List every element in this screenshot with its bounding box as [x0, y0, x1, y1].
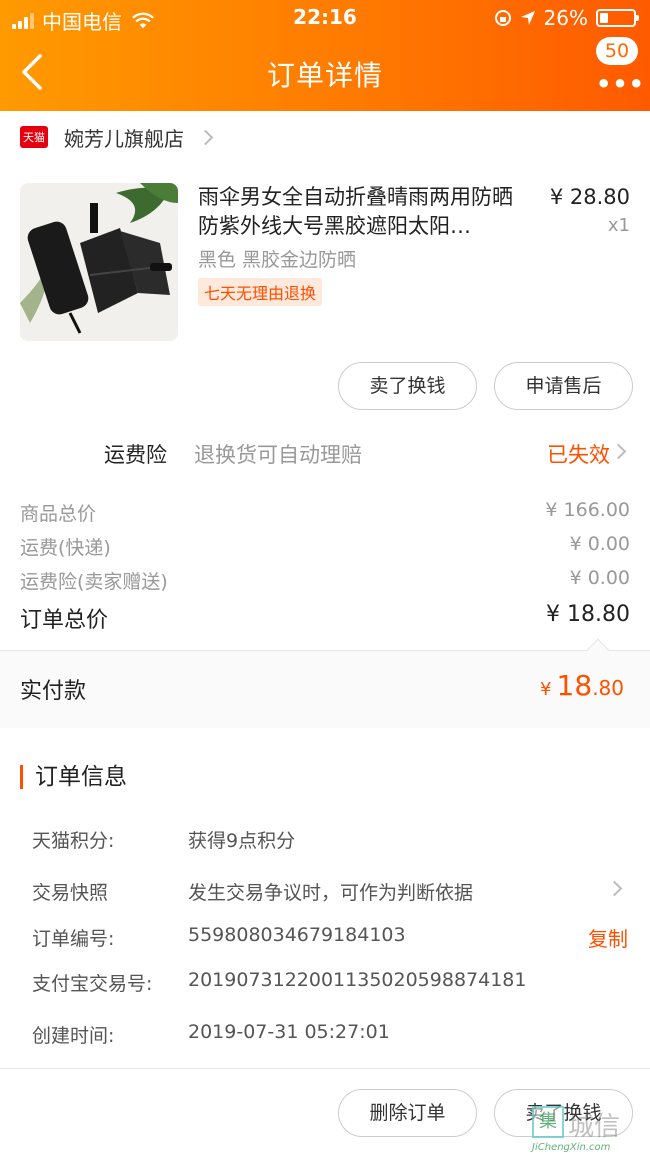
product-price: ¥ 28.80: [549, 185, 630, 209]
points-label: 天猫积分:: [32, 830, 115, 852]
chevron-right-icon[interactable]: [610, 443, 627, 460]
after-sale-button[interactable]: 申请售后: [494, 362, 633, 410]
store-row[interactable]: 天猫 婉芳儿旗舰店: [0, 111, 650, 163]
alipay-number-label: 支付宝交易号:: [32, 973, 153, 995]
paid-integer: 18: [556, 669, 593, 702]
order-number-label: 订单编号:: [32, 928, 115, 950]
rotation-lock-icon: [494, 10, 511, 26]
snapshot-value: 发生交易争议时，可作为判断依据: [188, 882, 474, 904]
points-value: 获得9点积分: [188, 830, 296, 852]
insurance-fee-label: 运费险(卖家赠送): [20, 571, 168, 593]
insurance-fee-value: ¥ 0.00: [569, 567, 630, 589]
alipay-number-value: 2019073122001135020598874181: [188, 969, 527, 991]
location-arrow-icon: [520, 11, 535, 25]
sell-for-cash-button[interactable]: 卖了换钱: [338, 362, 477, 410]
paid-amount-row: 实付款 ¥ 18.80: [0, 638, 650, 728]
insurance-fee-row: 运费险(卖家赠送) ¥ 0.00: [20, 567, 630, 594]
order-total-value: ¥ 18.80: [546, 602, 630, 627]
product-sku: 黑色 黑胶金边防晒: [198, 249, 357, 271]
paid-currency: ¥: [540, 679, 552, 700]
shipping-fee-value: ¥ 0.00: [569, 533, 630, 555]
header-bar: 中国电信 22:16 26% 订单详情 50 •••: [0, 0, 650, 111]
divider: [0, 1068, 650, 1069]
message-count-badge[interactable]: 50: [596, 37, 638, 65]
page-title: 订单详情: [266, 59, 383, 92]
more-options-icon[interactable]: •••: [596, 70, 645, 98]
shipping-insurance-label: 运费险: [104, 443, 167, 467]
store-name[interactable]: 婉芳儿旗舰店: [64, 123, 184, 152]
status-bar: 中国电信 22:16 26%: [0, 0, 650, 36]
tmall-logo: 天猫: [20, 126, 48, 148]
paid-amount: ¥ 18.80: [540, 669, 624, 702]
order-info-card: 订单信息 天猫积分: 获得9点积分 交易快照 发生交易争议时，可作为判断依据 订…: [0, 743, 650, 1156]
return-policy-tag: 七天无理由退换: [198, 278, 323, 306]
delete-order-button[interactable]: 删除订单: [338, 1089, 477, 1137]
watermark-logo: 集: [532, 1106, 564, 1138]
watermark-url: JiChengXin.com: [532, 1142, 611, 1153]
chevron-right-icon[interactable]: [606, 880, 623, 897]
paid-label: 实付款: [20, 679, 87, 704]
chevron-right-icon: [197, 129, 214, 145]
product-title[interactable]: 雨伞男女全自动折叠晴雨两用防晒防紫外线大号黑胶遮阳太阳…: [198, 183, 528, 241]
product-image[interactable]: [20, 183, 178, 341]
order-total-label: 订单总价: [20, 608, 109, 633]
shipping-insurance-status[interactable]: 已失效: [547, 439, 610, 469]
copy-order-number-button[interactable]: 复制: [588, 923, 628, 952]
order-info-title: 订单信息: [20, 765, 127, 789]
snapshot-label: 交易快照: [32, 882, 109, 904]
goods-total-label: 商品总价: [20, 503, 97, 525]
goods-total-row: 商品总价 ¥ 166.00: [20, 499, 630, 526]
goods-total-value: ¥ 166.00: [545, 499, 630, 521]
created-time-label: 创建时间:: [32, 1025, 115, 1047]
paid-decimal: .80: [592, 676, 624, 700]
product-quantity: x1: [607, 215, 630, 236]
shipping-fee-row: 运费(快递) ¥ 0.00: [20, 533, 630, 560]
battery-icon: [596, 9, 639, 27]
shipping-fee-label: 运费(快递): [20, 537, 111, 559]
order-total-row: 订单总价 ¥ 18.80: [20, 602, 630, 634]
battery-percent: 26%: [543, 6, 588, 30]
order-number-value: 559808034679184103: [188, 924, 406, 946]
watermark: 集城信 JiChengXin.com: [532, 1106, 621, 1153]
created-time-value: 2019-07-31 05:27:01: [188, 1021, 390, 1043]
watermark-text: 城信: [568, 1112, 621, 1142]
shipping-insurance-desc: 退换货可自动理赔: [194, 443, 362, 467]
